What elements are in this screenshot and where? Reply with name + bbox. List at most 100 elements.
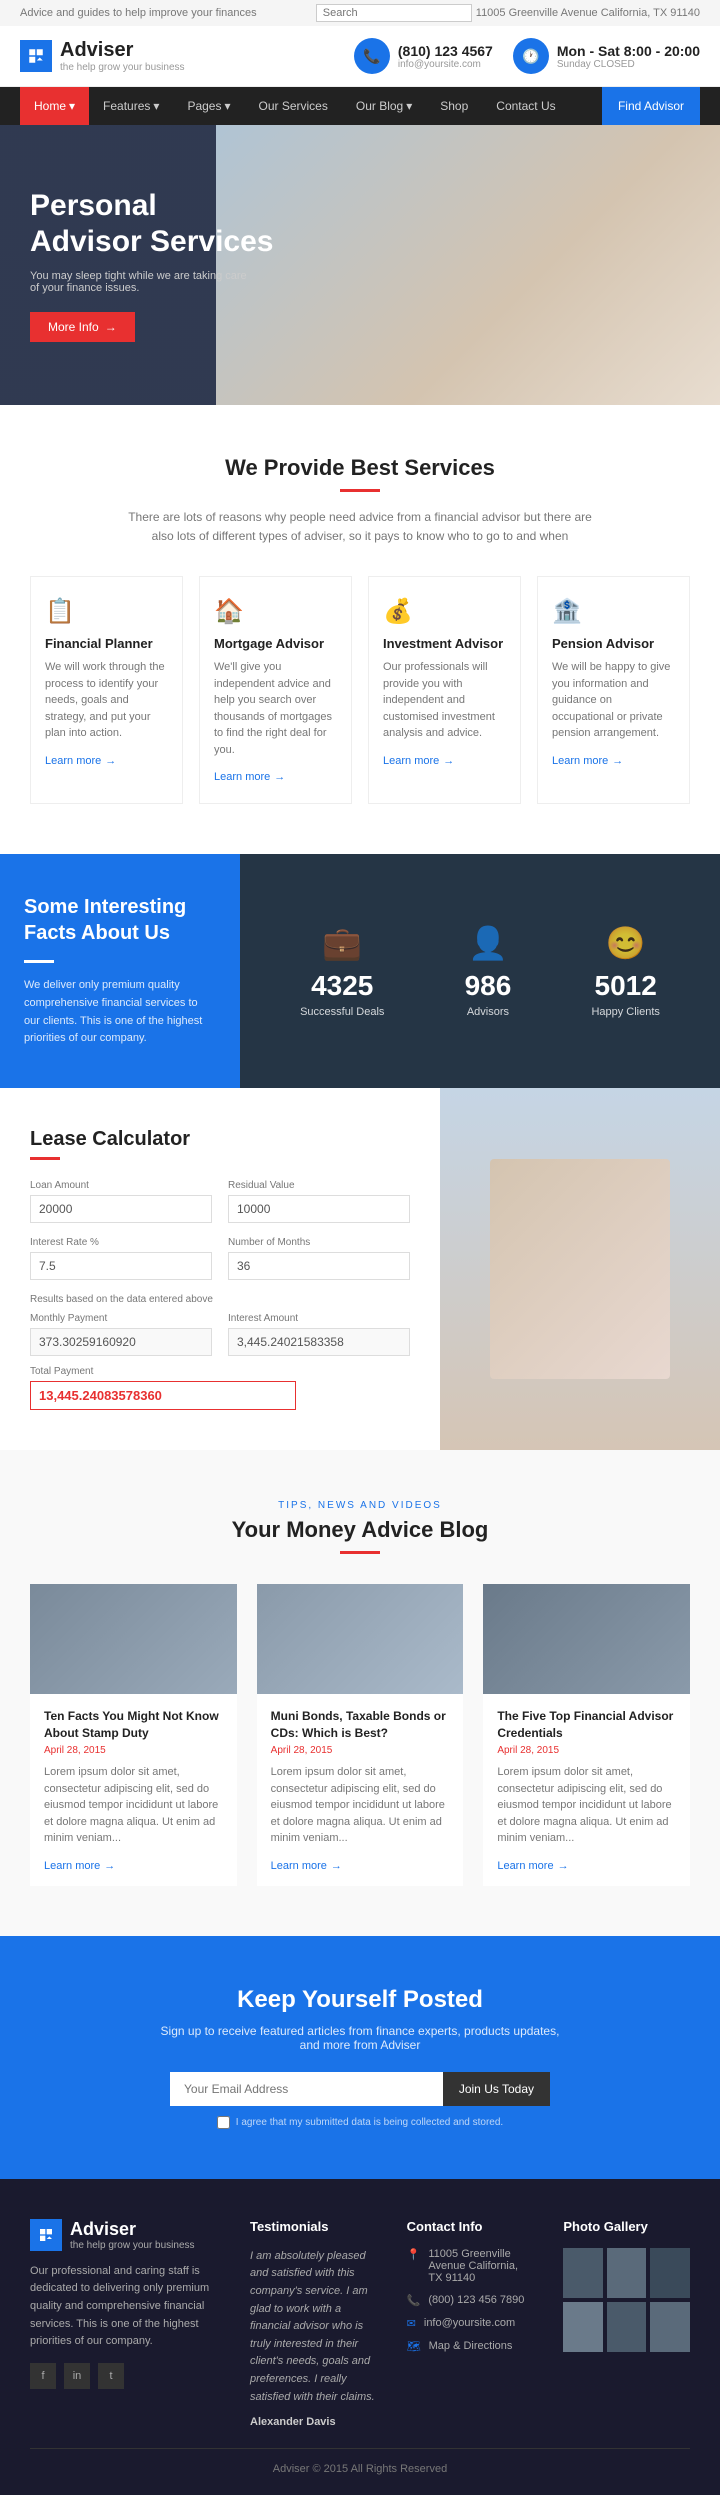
footer-social: f in t bbox=[30, 2363, 220, 2389]
blog-divider bbox=[340, 1551, 380, 1554]
social-facebook[interactable]: f bbox=[30, 2363, 56, 2389]
interest-rate-input[interactable] bbox=[30, 1252, 212, 1280]
address-icon: 📍 bbox=[407, 2248, 421, 2284]
blog-section: TIPS, NEWS AND VIDEOS Your Money Advice … bbox=[0, 1450, 720, 1936]
total-payment-label: Total Payment bbox=[30, 1366, 410, 1377]
newsletter-email-input[interactable] bbox=[170, 2072, 443, 2106]
search-input[interactable] bbox=[316, 4, 472, 22]
footer-bottom: Adviser © 2015 All Rights Reserved bbox=[30, 2448, 690, 2475]
mortgage-link[interactable]: Learn more → bbox=[214, 771, 285, 783]
fact-advisors-label: Advisors bbox=[465, 1006, 512, 1018]
blog-post-2: Muni Bonds, Taxable Bonds or CDs: Which … bbox=[257, 1584, 464, 1886]
calculator-left: Lease Calculator Loan Amount Residual Va… bbox=[0, 1088, 440, 1450]
blog-post-3-content: The Five Top Financial Advisor Credentia… bbox=[483, 1694, 690, 1886]
total-payment-row: Total Payment bbox=[30, 1366, 410, 1410]
clock-icon: 🕐 bbox=[513, 38, 549, 74]
phone-number: (810) 123 4567 bbox=[398, 43, 493, 59]
residual-value-label: Residual Value bbox=[228, 1180, 410, 1191]
investment-desc: Our professionals will provide you with … bbox=[383, 659, 506, 742]
blog-post-2-title: Muni Bonds, Taxable Bonds or CDs: Which … bbox=[271, 1708, 450, 1742]
nav-home[interactable]: Home ▾ bbox=[20, 87, 89, 125]
fact-deals-label: Successful Deals bbox=[300, 1006, 384, 1018]
contact-info-heading: Contact Info bbox=[407, 2219, 534, 2234]
newsletter-submit-button[interactable]: Join Us Today bbox=[443, 2072, 550, 2106]
newsletter-desc: Sign up to receive featured articles fro… bbox=[160, 2024, 560, 2052]
mortgage-title: Mortgage Advisor bbox=[214, 636, 337, 651]
residual-value-input[interactable] bbox=[228, 1195, 410, 1223]
nav-our-blog[interactable]: Our Blog ▾ bbox=[342, 87, 426, 125]
footer-brand: Adviser the help grow your business Our … bbox=[30, 2219, 220, 2428]
calc-inputs-row1: Loan Amount Residual Value bbox=[30, 1180, 410, 1223]
calculator-divider bbox=[30, 1157, 60, 1160]
top-search[interactable]: 11005 Greenville Avenue California, TX 9… bbox=[316, 4, 700, 22]
top-tagline: Advice and guides to help improve your f… bbox=[20, 7, 257, 19]
investment-icon: 💰 bbox=[383, 597, 506, 626]
blog-post-3-image bbox=[483, 1584, 690, 1694]
nav-our-services[interactable]: Our Services bbox=[245, 87, 342, 125]
pension-link[interactable]: Learn more → bbox=[552, 755, 623, 767]
loan-amount-field: Loan Amount bbox=[30, 1180, 212, 1223]
fact-clients-label: Happy Clients bbox=[591, 1006, 659, 1018]
blog-post-1: Ten Facts You Might Not Know About Stamp… bbox=[30, 1584, 237, 1886]
service-card-financial-planner: 📋 Financial Planner We will work through… bbox=[30, 576, 183, 804]
hero-content: PersonalAdvisor Services You may sleep t… bbox=[0, 148, 303, 382]
nav-shop[interactable]: Shop bbox=[426, 87, 482, 125]
blog-post-2-content: Muni Bonds, Taxable Bonds or CDs: Which … bbox=[257, 1694, 464, 1886]
advisors-icon: 👤 bbox=[465, 924, 512, 962]
find-advisor-button[interactable]: Find Advisor bbox=[602, 87, 700, 125]
fact-clients-number: 5012 bbox=[591, 970, 659, 1002]
newsletter-agree-checkbox[interactable] bbox=[217, 2116, 230, 2129]
testimonial-text: I am absolutely pleased and satisfied wi… bbox=[250, 2248, 377, 2406]
logo[interactable]: Adviser the help grow your business bbox=[20, 39, 185, 73]
interest-rate-label: Interest Rate % bbox=[30, 1237, 212, 1248]
social-twitter[interactable]: t bbox=[98, 2363, 124, 2389]
financial-planner-link[interactable]: Learn more → bbox=[45, 755, 116, 767]
phone-icon: 📞 bbox=[354, 38, 390, 74]
site-footer: Adviser the help grow your business Our … bbox=[0, 2179, 720, 2495]
fact-deals-number: 4325 bbox=[300, 970, 384, 1002]
phone-sub: info@yoursite.com bbox=[398, 59, 493, 70]
footer-grid: Adviser the help grow your business Our … bbox=[30, 2219, 690, 2428]
months-input[interactable] bbox=[228, 1252, 410, 1280]
service-card-pension: 🏦 Pension Advisor We will be happy to gi… bbox=[537, 576, 690, 804]
services-grid: 📋 Financial Planner We will work through… bbox=[30, 576, 690, 804]
footer-logo-sub: the help grow your business bbox=[70, 2240, 195, 2251]
loan-amount-label: Loan Amount bbox=[30, 1180, 212, 1191]
blog-post-1-content: Ten Facts You Might Not Know About Stamp… bbox=[30, 1694, 237, 1886]
mortgage-icon: 🏠 bbox=[214, 597, 337, 626]
nav-pages[interactable]: Pages ▾ bbox=[173, 87, 244, 125]
logo-icon bbox=[20, 40, 52, 72]
social-linkedin[interactable]: in bbox=[64, 2363, 90, 2389]
contact-email[interactable]: ✉ info@yoursite.com bbox=[407, 2317, 534, 2330]
blog-post-3-link[interactable]: Learn more → bbox=[497, 1860, 568, 1872]
logo-text: Adviser bbox=[60, 39, 133, 61]
newsletter-form: Join Us Today bbox=[170, 2072, 550, 2106]
contact-map[interactable]: 🗺 Map & Directions bbox=[407, 2340, 534, 2353]
interest-rate-field: Interest Rate % bbox=[30, 1237, 212, 1280]
loan-amount-input[interactable] bbox=[30, 1195, 212, 1223]
service-card-investment: 💰 Investment Advisor Our professionals w… bbox=[368, 576, 521, 804]
hero-subtitle: You may sleep tight while we are taking … bbox=[30, 270, 250, 294]
blog-post-3: The Five Top Financial Advisor Credentia… bbox=[483, 1584, 690, 1886]
newsletter-title: Keep Yourself Posted bbox=[30, 1986, 690, 2014]
hours-text: Mon - Sat 8:00 - 20:00 bbox=[557, 43, 700, 59]
blog-post-1-link[interactable]: Learn more → bbox=[44, 1860, 115, 1872]
calculator-image bbox=[440, 1088, 720, 1450]
fact-clients: 😊 5012 Happy Clients bbox=[591, 924, 659, 1018]
pension-desc: We will be happy to give you information… bbox=[552, 659, 675, 742]
photo-gallery-grid bbox=[563, 2248, 690, 2352]
email-icon: ✉ bbox=[407, 2317, 416, 2330]
hours-sub: Sunday CLOSED bbox=[557, 59, 700, 70]
blog-post-2-link[interactable]: Learn more → bbox=[271, 1860, 342, 1872]
investment-title: Investment Advisor bbox=[383, 636, 506, 651]
financial-planner-desc: We will work through the process to iden… bbox=[45, 659, 168, 742]
pension-title: Pension Advisor bbox=[552, 636, 675, 651]
nav-contact[interactable]: Contact Us bbox=[482, 87, 569, 125]
services-section: We Provide Best Services There are lots … bbox=[0, 405, 720, 854]
clients-icon: 😊 bbox=[591, 924, 659, 962]
hero-cta-button[interactable]: More Info → bbox=[30, 312, 135, 342]
nav-features[interactable]: Features ▾ bbox=[89, 87, 173, 125]
total-payment-value bbox=[30, 1381, 296, 1410]
residual-value-field: Residual Value bbox=[228, 1180, 410, 1223]
investment-link[interactable]: Learn more → bbox=[383, 755, 454, 767]
